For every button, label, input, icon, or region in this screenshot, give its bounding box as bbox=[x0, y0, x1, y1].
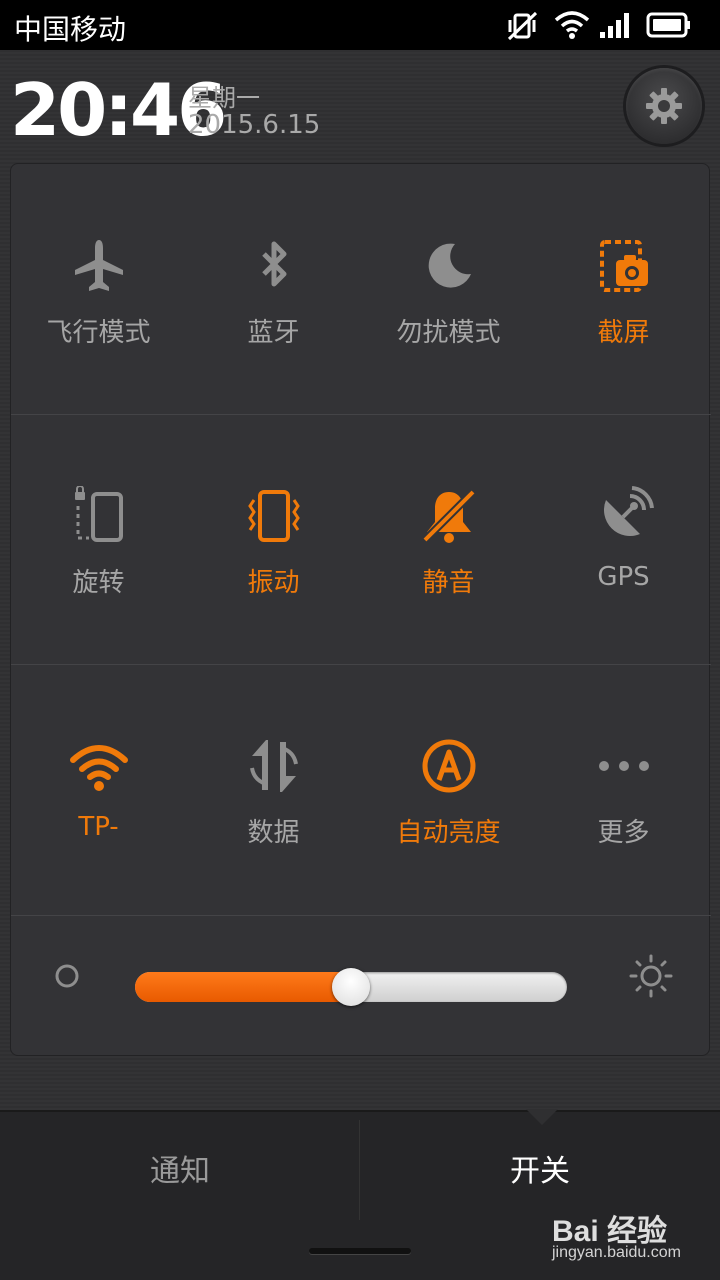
gear-icon bbox=[646, 88, 682, 124]
brightness-slider[interactable] bbox=[135, 968, 567, 1006]
brightness-slider-thumb[interactable] bbox=[332, 968, 370, 1006]
weekday: 星期一 bbox=[188, 84, 260, 112]
status-bar: 中国移动 bbox=[0, 0, 720, 50]
toggle-label: 飞行模式 bbox=[46, 318, 151, 348]
toggle-rotation[interactable]: 旋转 bbox=[11, 414, 186, 664]
toggle-label: 蓝牙 bbox=[247, 318, 300, 348]
toggle-grid: 飞行模式 蓝牙 勿扰模式 截屏 旋转 振动 静音 GPS TP- 数据 自动亮度… bbox=[10, 163, 711, 1056]
settings-button[interactable] bbox=[626, 68, 702, 144]
rotate-lock-icon bbox=[74, 486, 123, 542]
toggle-label: 截屏 bbox=[597, 318, 650, 348]
toggle-screenshot[interactable]: 截屏 bbox=[536, 164, 711, 414]
vibrate-icon bbox=[247, 490, 300, 542]
toggle-label: 自动亮度 bbox=[396, 818, 501, 848]
toggle-label: 旋转 bbox=[72, 568, 125, 598]
more-icon bbox=[598, 761, 649, 771]
status-icons bbox=[506, 10, 706, 42]
airplane-icon bbox=[74, 240, 123, 291]
bluetooth-icon bbox=[261, 241, 286, 287]
screenshot-icon bbox=[599, 240, 648, 292]
toggle-airplane-mode[interactable]: 飞行模式 bbox=[11, 164, 186, 414]
tab-notifications[interactable]: 通知 bbox=[0, 1110, 360, 1226]
moon-icon bbox=[428, 243, 471, 288]
dim-icon bbox=[55, 964, 79, 988]
toggle-mobile-data[interactable]: 数据 bbox=[186, 664, 361, 914]
toggle-more[interactable]: 更多 bbox=[536, 664, 711, 914]
toggle-label: 数据 bbox=[247, 818, 300, 848]
toggle-label: 勿扰模式 bbox=[396, 318, 501, 348]
baidu-watermark: Bai 经验 jingyan.baidu.com bbox=[552, 1204, 712, 1268]
toggle-label: 更多 bbox=[597, 818, 650, 848]
gps-icon bbox=[603, 486, 654, 536]
carrier-name: 中国移动 bbox=[14, 13, 127, 46]
toggle-label: TP- bbox=[78, 812, 119, 842]
auto-brightness-icon bbox=[422, 739, 475, 793]
toggle-label: 静音 bbox=[422, 568, 475, 598]
mute-vibrate-icon bbox=[507, 11, 538, 41]
mute-bell-icon bbox=[421, 489, 476, 543]
toggle-vibrate[interactable]: 振动 bbox=[186, 414, 361, 664]
toggle-silent[interactable]: 静音 bbox=[361, 414, 536, 664]
drag-handle[interactable] bbox=[309, 1248, 411, 1254]
data-icon bbox=[249, 740, 298, 792]
date: 2015.6.15 bbox=[188, 110, 321, 140]
watermark-url: jingyan.baidu.com bbox=[552, 1244, 681, 1261]
battery-icon bbox=[646, 12, 690, 38]
toggle-do-not-disturb[interactable]: 勿扰模式 bbox=[361, 164, 536, 414]
toggle-bluetooth[interactable]: 蓝牙 bbox=[186, 164, 361, 414]
toggle-wifi[interactable]: TP- bbox=[11, 664, 186, 914]
toggle-gps[interactable]: GPS bbox=[536, 414, 711, 664]
toggle-label: 振动 bbox=[247, 568, 300, 598]
signal-icon bbox=[600, 13, 629, 38]
sun-icon bbox=[629, 954, 673, 998]
quick-settings-panel: 20:46 星期一 2015.6.15 飞行模式 蓝牙 勿扰模式 截屏 旋转 振… bbox=[0, 50, 720, 1110]
brightness-control bbox=[11, 916, 711, 1056]
wifi-icon bbox=[69, 745, 128, 791]
toggle-label: GPS bbox=[597, 562, 650, 592]
brightness-slider-fill bbox=[135, 972, 351, 1002]
wifi-icon bbox=[554, 11, 590, 39]
toggle-auto-brightness[interactable]: 自动亮度 bbox=[361, 664, 536, 914]
